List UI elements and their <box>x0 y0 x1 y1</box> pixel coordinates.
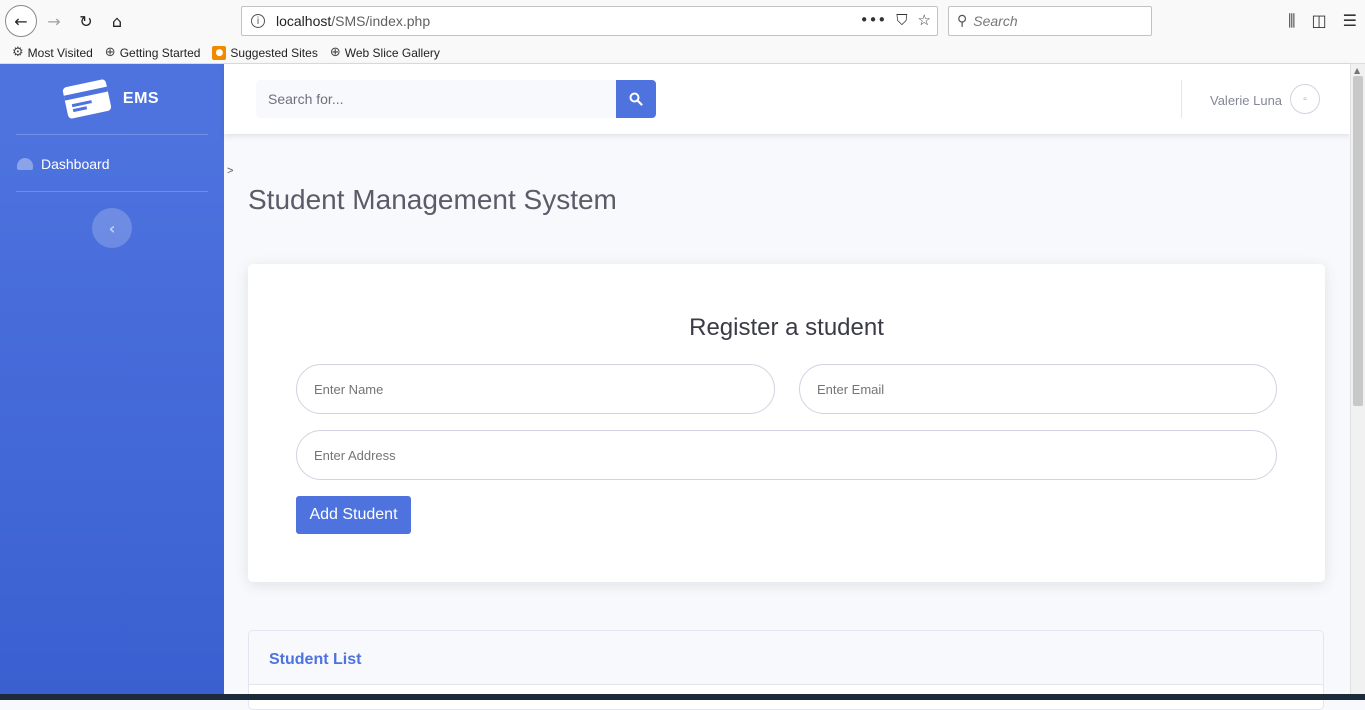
tachometer-icon <box>17 158 33 170</box>
topbar-search-input[interactable]: Search for... <box>256 80 616 118</box>
page-scrollbar[interactable]: ▲ <box>1350 64 1365 700</box>
browser-search-input[interactable]: ⚲ Search <box>948 6 1152 36</box>
gear-icon: ⚙ <box>12 45 24 60</box>
topbar: Search for... Valerie Luna ▫ <box>224 64 1350 134</box>
student-list-header: Student List <box>249 631 1323 685</box>
globe-icon: ⊕ <box>329 45 341 60</box>
user-name[interactable]: Valerie Luna <box>1210 93 1282 108</box>
scroll-thumb[interactable] <box>1353 76 1363 406</box>
forward-arrow-icon[interactable]: → <box>40 7 68 35</box>
sidebar-toggle-icon[interactable]: ◫ <box>1312 11 1327 31</box>
url-actions: ••• ⛉ ☆ <box>860 11 931 29</box>
avatar[interactable]: ▫ <box>1290 84 1320 114</box>
sidebar-brand[interactable]: EMS <box>0 64 224 134</box>
email-input[interactable] <box>799 364 1277 414</box>
page-title: Student Management System <box>248 184 617 215</box>
topbar-divider <box>1181 80 1182 118</box>
os-taskbar <box>0 694 1365 700</box>
sidebar-divider <box>16 134 208 135</box>
back-arrow-icon[interactable]: ← <box>5 5 37 37</box>
topbar-search-button[interactable] <box>616 80 656 118</box>
bookmark-getting-started[interactable]: ⊕ Getting Started <box>105 45 201 60</box>
search-icon <box>629 92 643 106</box>
name-input[interactable] <box>296 364 775 414</box>
sidebar: EMS Dashboard ‹ <box>0 64 224 700</box>
bookmark-most-visited[interactable]: ⚙ Most Visited <box>12 45 93 60</box>
info-icon[interactable]: i <box>251 14 265 28</box>
caret-text: > <box>227 165 234 177</box>
sidebar-divider <box>16 191 208 192</box>
bookmark-suggested-sites[interactable]: ● Suggested Sites <box>212 45 318 60</box>
menu-icon[interactable]: ☰ <box>1343 11 1357 31</box>
brand-name: EMS <box>122 90 160 107</box>
pocket-icon[interactable]: ⛉ <box>896 11 907 29</box>
search-icon: ⚲ <box>957 13 968 29</box>
sidebar-item-label: Dashboard <box>41 156 110 172</box>
id-card-icon <box>62 78 112 120</box>
scroll-up-icon[interactable]: ▲ <box>1354 66 1360 75</box>
lightbulb-icon: ● <box>212 45 227 60</box>
toolbar-icons: ⫼ ◫ ☰ <box>1288 11 1357 31</box>
address-input[interactable] <box>296 430 1277 480</box>
sidebar-item-dashboard[interactable]: Dashboard <box>17 156 110 172</box>
url-bar[interactable]: i localhost/SMS/index.php ••• ⛉ ☆ <box>241 6 938 36</box>
globe-icon: ⊕ <box>104 45 116 60</box>
add-student-button[interactable]: Add Student <box>296 496 411 534</box>
bookmark-star-icon[interactable]: ☆ <box>918 11 931 29</box>
home-icon[interactable]: ⌂ <box>103 7 131 35</box>
bookmark-web-slice-gallery[interactable]: ⊕ Web Slice Gallery <box>330 45 440 60</box>
bookmarks-bar: ⚙ Most Visited ⊕ Getting Started ● Suggeste… <box>0 42 1365 64</box>
form-title: Register a student <box>689 314 884 341</box>
sidebar-collapse-button[interactable]: ‹ <box>92 208 132 248</box>
library-icon[interactable]: ⫼ <box>1288 11 1295 31</box>
browser-toolbar: ← → ↻ ⌂ i localhost/SMS/index.php ••• ⛉ … <box>0 0 1365 42</box>
register-form-card: Register a student Add Student <box>248 264 1325 582</box>
url-text: localhost/SMS/index.php <box>276 13 431 29</box>
more-actions-icon[interactable]: ••• <box>860 11 887 29</box>
reload-icon[interactable]: ↻ <box>72 7 100 35</box>
student-list-title: Student List <box>269 651 362 668</box>
